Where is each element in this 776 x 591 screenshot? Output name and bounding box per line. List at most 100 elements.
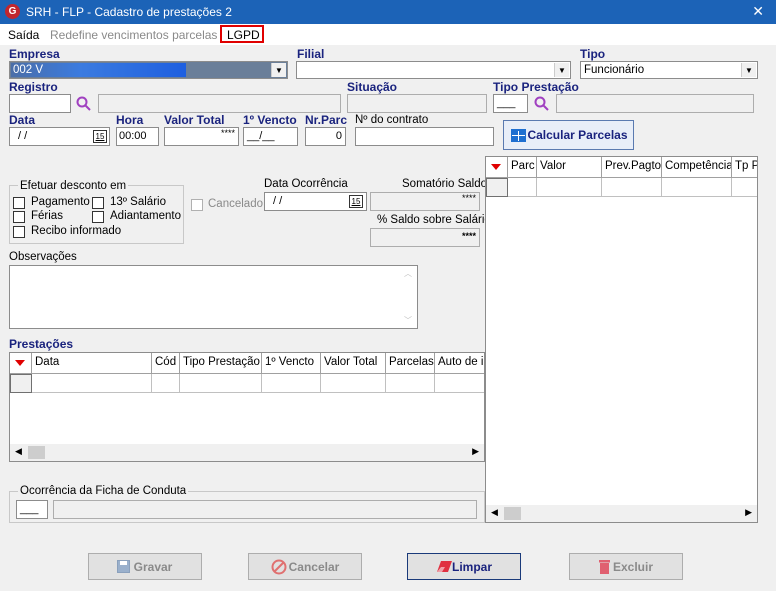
tipo-prestacao-display xyxy=(556,94,754,113)
parcelas-grid[interactable]: Parc Valor Prev.Pagto Competência Tp Pa … xyxy=(485,156,758,523)
chevron-up-icon[interactable]: ︿ xyxy=(404,268,412,279)
nr-parc-input[interactable]: 0 xyxy=(305,127,346,146)
table-cell[interactable] xyxy=(508,178,537,197)
pagamento-label: Pagamento xyxy=(31,196,90,208)
col-parc[interactable]: Parc xyxy=(508,157,537,178)
col-valor-total[interactable]: Valor Total xyxy=(321,353,386,374)
chevron-right-icon[interactable]: ▶ xyxy=(745,507,752,518)
horizontal-scrollbar[interactable]: ◀ ▶ xyxy=(10,444,484,461)
table-cell[interactable] xyxy=(435,374,484,393)
recibo-checkbox[interactable] xyxy=(13,226,25,238)
registro-input[interactable] xyxy=(9,94,71,113)
percent-saldo-display: **** xyxy=(370,228,480,247)
app-logo-icon: G xyxy=(5,4,20,19)
chevron-left-icon[interactable]: ◀ xyxy=(15,446,22,457)
ferias-checkbox[interactable] xyxy=(13,211,25,223)
col-cod[interactable]: Cód xyxy=(152,353,180,374)
calendar-icon[interactable]: 15 xyxy=(93,130,107,143)
col-prev-pagto[interactable]: Prev.Pagto xyxy=(602,157,662,178)
prestacoes-grid[interactable]: Data Cód Tipo Prestação 1º Vencto Valor … xyxy=(9,352,485,462)
empresa-select[interactable]: 002 V ▼ xyxy=(9,61,288,79)
col-tipo-prestacao[interactable]: Tipo Prestação xyxy=(180,353,262,374)
trash-icon xyxy=(599,560,610,574)
chevron-left-icon[interactable]: ◀ xyxy=(491,507,498,518)
table-cell[interactable] xyxy=(321,374,386,393)
observacoes-textarea[interactable]: ︿ ﹀ xyxy=(9,265,418,329)
cancel-icon xyxy=(271,559,287,575)
gravar-button[interactable]: Gravar xyxy=(88,553,202,580)
limpar-button[interactable]: Limpar xyxy=(407,553,521,580)
scrollbar[interactable]: ︿ ﹀ xyxy=(400,266,417,328)
save-icon xyxy=(117,560,130,573)
valor-total-input[interactable]: **** xyxy=(164,127,239,146)
percent-saldo-label: % Saldo sobre Salário xyxy=(377,214,491,226)
col-auto[interactable]: Auto de i xyxy=(435,353,484,374)
col-vencto[interactable]: 1º Vencto xyxy=(262,353,321,374)
row-indicator[interactable] xyxy=(486,178,508,197)
registro-label: Registro xyxy=(9,80,58,94)
calendar-icon[interactable]: 15 xyxy=(349,195,363,208)
table-cell[interactable] xyxy=(180,374,262,393)
empresa-label: Empresa xyxy=(9,47,60,61)
hora-input[interactable]: 00:00 xyxy=(116,127,159,146)
calcular-parcelas-button[interactable]: Calcular Parcelas xyxy=(503,120,634,150)
hora-label: Hora xyxy=(116,113,144,127)
chevron-down-icon[interactable]: ▼ xyxy=(554,63,569,77)
cancelar-button[interactable]: Cancelar xyxy=(248,553,362,580)
somatorio-saldo-label: Somatório Saldo xyxy=(402,178,488,190)
situacao-label: Situação xyxy=(347,80,398,94)
menu-saida[interactable]: Saída xyxy=(8,28,39,42)
salario13-checkbox[interactable] xyxy=(92,197,104,209)
table-cell[interactable] xyxy=(732,178,757,197)
table-cell[interactable] xyxy=(386,374,435,393)
valor-total-label: Valor Total xyxy=(164,113,225,127)
col-parcelas[interactable]: Parcelas xyxy=(386,353,435,374)
col-data[interactable]: Data xyxy=(32,353,152,374)
table-cell[interactable] xyxy=(262,374,321,393)
scrollbar-thumb[interactable] xyxy=(504,507,521,520)
cancelado-checkbox[interactable] xyxy=(191,199,203,211)
table-cell[interactable] xyxy=(32,374,152,393)
pagamento-checkbox[interactable] xyxy=(13,197,25,209)
filial-select[interactable]: ▼ xyxy=(296,61,571,79)
observacoes-label: Observações xyxy=(9,251,77,263)
tipo-prestacao-input[interactable]: ___ xyxy=(493,94,528,113)
vencto-input[interactable]: __/__ xyxy=(243,127,298,146)
menu-lgpd[interactable]: LGPD xyxy=(227,28,260,42)
registro-name-display xyxy=(98,94,341,113)
chevron-right-icon[interactable]: ▶ xyxy=(472,446,479,457)
vencto-label: 1º Vencto xyxy=(243,113,297,127)
search-icon[interactable] xyxy=(533,95,550,112)
excluir-button[interactable]: Excluir xyxy=(569,553,683,580)
calcular-parcelas-label: Calcular Parcelas xyxy=(527,128,628,142)
chevron-down-icon[interactable]: ▼ xyxy=(741,63,756,77)
scrollbar-thumb[interactable] xyxy=(28,446,45,459)
search-icon[interactable] xyxy=(75,95,92,112)
data-ocorrencia-value: / / xyxy=(273,195,283,207)
row-indicator[interactable] xyxy=(10,374,32,393)
prestacoes-label: Prestações xyxy=(9,337,74,351)
horizontal-scrollbar[interactable]: ◀ ▶ xyxy=(486,505,757,522)
col-tp-pa[interactable]: Tp Pa xyxy=(732,157,757,178)
tipo-label: Tipo xyxy=(580,47,606,61)
col-valor[interactable]: Valor xyxy=(537,157,602,178)
grid-indicator-header xyxy=(486,157,508,178)
menu-bar: Saída Redefine vencimentos parcelas LGPD xyxy=(0,24,776,45)
table-cell[interactable] xyxy=(152,374,180,393)
table-cell[interactable] xyxy=(602,178,662,197)
table-cell[interactable] xyxy=(662,178,732,197)
ferias-label: Férias xyxy=(31,210,63,222)
chevron-down-icon[interactable]: ﹀ xyxy=(404,315,412,326)
tipo-select[interactable]: Funcionário ▼ xyxy=(580,61,758,79)
close-icon[interactable]: ✕ xyxy=(752,3,764,20)
adiantamento-checkbox[interactable] xyxy=(92,211,104,223)
col-competencia[interactable]: Competência xyxy=(662,157,732,178)
ficha-code-input[interactable]: ___ xyxy=(16,500,48,519)
chevron-down-icon[interactable]: ▼ xyxy=(271,63,286,77)
cancelado-label: Cancelado xyxy=(208,198,263,210)
contrato-input[interactable] xyxy=(355,127,494,146)
table-cell[interactable] xyxy=(537,178,602,197)
window-title: SRH - FLP - Cadastro de prestações 2 xyxy=(26,5,232,19)
triangle-down-icon xyxy=(15,360,25,366)
menu-redefine-vencimentos[interactable]: Redefine vencimentos parcelas xyxy=(50,28,217,42)
